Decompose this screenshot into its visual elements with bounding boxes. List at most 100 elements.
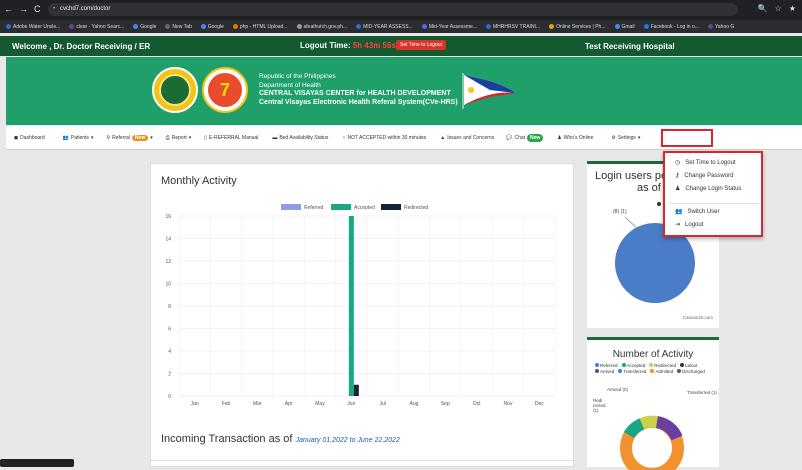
nav-referral[interactable]: ⚲ Referral New ▾ <box>106 134 153 141</box>
bookmark-label: Google <box>207 23 224 30</box>
bookmark-label: MID-YEAR ASSESS... <box>363 23 413 30</box>
bookmark-label: Gmail <box>621 23 635 30</box>
nav-chat[interactable]: 💬 Chat New <box>506 133 544 142</box>
bookmark-item[interactable]: Facebook - Log in o... <box>643 24 699 30</box>
menu-set-time-label: Set Time to Logout <box>685 159 736 166</box>
banner-line1: Republic of the Philippines <box>259 73 336 80</box>
y-tick-label: 4 <box>168 349 171 355</box>
logout-value: 5h 43m 56s <box>352 41 396 50</box>
legend-label-accepted: Accepted <box>354 205 375 211</box>
bookmark-item[interactable]: New Tab <box>165 23 192 30</box>
bookmark-item[interactable]: Google <box>200 23 224 30</box>
logout-timer: Logout Time: 5h 43m 56s <box>300 41 396 50</box>
donut-slice-admitted <box>655 416 683 441</box>
menu-switch-user[interactable]: 👥 Switch User <box>675 208 720 216</box>
regional-logo: 7 <box>202 67 248 113</box>
back-icon[interactable]: ← <box>4 4 13 14</box>
bookmark-item[interactable]: Online Services | Ph... <box>549 23 606 30</box>
login-users-title: Login users per as of to <box>595 170 673 194</box>
bookmark-icon <box>421 24 427 29</box>
bookmarks-bar: Adobe Water Unsle... clear - Yahoo Searc.… <box>0 20 802 33</box>
bookmark-item[interactable]: MHRHRSV TRAINI... <box>485 24 540 30</box>
settings-dropdown-menu: ◷ Set Time to Logout ⚷ Change Password ♟… <box>663 151 763 237</box>
bookmark-item[interactable]: Adobe Water Unsle... <box>6 24 60 30</box>
bookmark-label: Yahoo G <box>714 23 735 30</box>
key-icon: ⚷ <box>675 173 680 179</box>
canvasjs-credit: CanvasJS.com <box>682 315 713 320</box>
nav-manual[interactable]: ▯ E-REFERRAL Manual <box>204 135 258 141</box>
bookmark-item[interactable]: clear - Yahoo Searc... <box>69 24 124 30</box>
bookmark-icon <box>485 24 491 29</box>
zoom-icon[interactable]: 🔍 <box>758 4 768 13</box>
nav-bed-status[interactable]: ▬ Bed Availability Status <box>272 135 328 141</box>
x-tick-label: Oct <box>473 401 481 407</box>
number-of-activity-panel: Number of Activity Referred Accepted Redir… <box>587 337 719 470</box>
bar-accepted-jun <box>348 216 354 396</box>
bookmark-label: Online Services | Ph... <box>556 23 606 30</box>
legend-item: Discharged <box>677 369 705 374</box>
bookmark-item[interactable]: Google <box>133 24 156 30</box>
legend-swatch-redirected <box>381 204 401 210</box>
users-icon: 👥 <box>62 134 69 141</box>
address-bar[interactable]: • cvchd7.com/doctor <box>48 3 738 16</box>
bookmark-icon <box>6 24 11 29</box>
legend-dot <box>649 363 654 367</box>
bookmark-icon <box>133 24 139 29</box>
set-time-button[interactable]: Set Time to Logout <box>396 40 446 50</box>
browser-toolbar: ← → C • cvchd7.com/doctor 🔍 ☆ ★ <box>0 0 802 20</box>
y-tick-label: 8 <box>168 304 171 310</box>
nav-whos-online[interactable]: ♟ Who's Online <box>557 135 593 141</box>
nav-patients-label: Patients <box>70 134 89 141</box>
banner-text: Republic of the Philippines Department o… <box>259 73 458 107</box>
nav-not-accepted-label: NOT ACCEPTED within 30 minutes <box>347 134 427 141</box>
nav-dashboard[interactable]: ◼ Dashboard <box>14 135 45 141</box>
chat-icon: 💬 <box>506 134 513 141</box>
bookmark-item[interactable]: afeathutch.gov.ph... <box>296 24 347 30</box>
forward-icon[interactable]: → <box>19 4 28 14</box>
menu-change-password-label: Change Password <box>684 172 734 179</box>
bookmark-icon <box>200 24 206 29</box>
warning-icon: ▲ <box>440 134 446 141</box>
menu-logout[interactable]: ⇥ Logout <box>675 221 704 229</box>
bookmark-icon <box>614 24 620 29</box>
x-tick-label: May <box>315 401 325 407</box>
legend-dot <box>595 363 599 367</box>
legend-item: Redirected <box>649 363 676 368</box>
nav-not-accepted[interactable]: ○ NOT ACCEPTED within 30 minutes <box>342 135 426 141</box>
legend-swatch-referred <box>281 204 301 210</box>
reload-icon[interactable]: C <box>34 4 41 14</box>
star-icon[interactable]: ☆ <box>775 4 782 13</box>
top-info-bar: Welcome , Dr. Doctor Receiving / ER Logo… <box>0 36 802 56</box>
legend-dot <box>595 369 599 373</box>
extensions-icon[interactable]: ★ <box>789 4 796 13</box>
menu-change-password[interactable]: ⚷ Change Password <box>675 172 734 180</box>
bookmark-item[interactable]: Mid-Year Assessme... <box>421 24 477 30</box>
bookmark-label: New Tab <box>172 23 192 30</box>
login-users-title-line2: as of to <box>637 182 674 194</box>
bookmark-icon <box>549 24 555 29</box>
chat-new-badge: New <box>527 133 544 142</box>
browser-nav: ← → C <box>4 4 41 14</box>
nav-dashboard-label: Dashboard <box>20 134 45 141</box>
monthly-activity-panel: Monthly Activity 0 2 4 6 8 10 12 14 16 Jan Feb Mar A… <box>150 163 575 467</box>
y-tick-label: 16 <box>165 214 171 220</box>
menu-set-time-logout[interactable]: ◷ Set Time to Logout <box>675 159 736 167</box>
legend-item: Accepted <box>621 363 645 368</box>
menu-change-login-status-label: Change Login Status <box>685 185 742 192</box>
doh-seal-logo <box>152 67 198 113</box>
nav-settings[interactable]: ⚙ Settings ▾ <box>611 135 640 141</box>
pie-label: (8) (1) <box>613 209 627 215</box>
banner-line2: Department of Health <box>259 81 321 89</box>
menu-change-login-status[interactable]: ♟ Change Login Status <box>675 185 742 193</box>
bookmark-item[interactable]: Yahoo G <box>707 23 735 30</box>
y-tick-label: 0 <box>168 394 171 400</box>
legend-item: Lalout <box>680 363 697 368</box>
bookmark-item[interactable]: MID-YEAR ASSESS... <box>356 24 413 30</box>
nav-issues[interactable]: ▲ Issues and Concerns <box>440 135 494 141</box>
nav-report[interactable]: ⎙ Report ▾ <box>166 135 192 141</box>
nav-report-label: Report <box>171 134 187 141</box>
bookmark-item[interactable]: Gmail <box>614 23 635 30</box>
menu-logout-label: Logout <box>685 221 704 228</box>
bookmark-item[interactable]: php - HTML Upload... <box>232 24 288 30</box>
nav-patients[interactable]: 👥 Patients ▾ <box>63 135 94 141</box>
